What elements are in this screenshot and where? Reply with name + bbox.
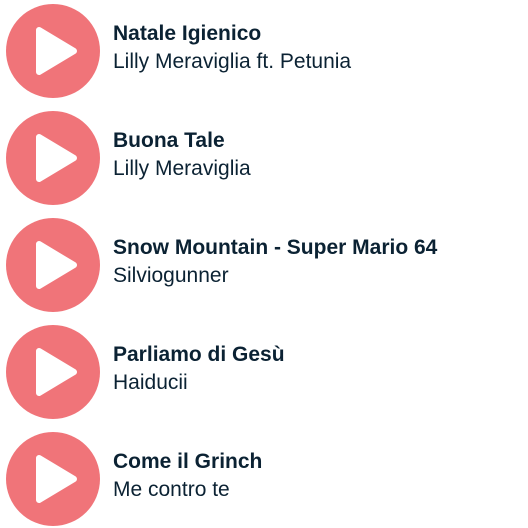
play-button[interactable] — [6, 111, 100, 205]
play-button[interactable] — [6, 325, 100, 419]
track-item: Buona Tale Lilly Meraviglia — [0, 107, 528, 207]
play-icon — [36, 455, 77, 503]
play-button[interactable] — [6, 218, 100, 312]
track-title: Parliamo di Gesù — [113, 343, 285, 366]
play-button[interactable] — [6, 432, 100, 526]
track-item: Snow Mountain - Super Mario 64 Silviogun… — [0, 214, 528, 314]
track-item: Parliamo di Gesù Haiducii — [0, 321, 528, 421]
track-artist: Lilly Meraviglia ft. Petunia — [113, 50, 352, 73]
play-icon — [36, 241, 77, 289]
track-artist: Haiducii — [113, 371, 188, 394]
track-title: Snow Mountain - Super Mario 64 — [113, 236, 438, 259]
play-icon — [36, 27, 77, 75]
track-title: Come il Grinch — [113, 450, 263, 473]
track-artist: Silviogunner — [113, 264, 229, 287]
track-artist: Me contro te — [113, 478, 230, 501]
track-artist: Lilly Meraviglia — [113, 157, 251, 180]
track-title: Buona Tale — [113, 129, 225, 152]
play-icon — [36, 348, 77, 396]
play-icon — [36, 134, 77, 182]
track-title: Natale Igienico — [113, 22, 262, 45]
track-item: Natale Igienico Lilly Meraviglia ft. Pet… — [0, 0, 528, 100]
track-item: Come il Grinch Me contro te — [0, 428, 528, 528]
play-button[interactable] — [6, 4, 100, 98]
